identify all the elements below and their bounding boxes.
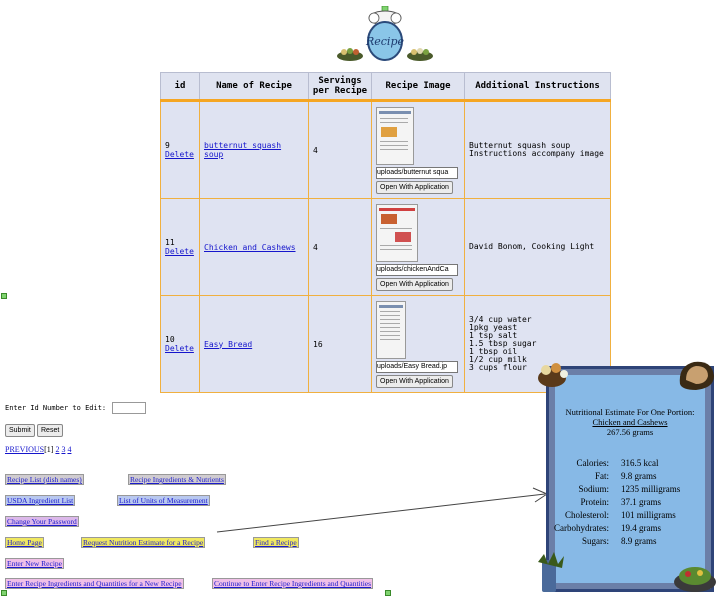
nutrient-label: Carbohydrates:: [554, 523, 609, 533]
nutrient-label: Sugars:: [582, 536, 609, 546]
recipe-name-link[interactable]: Easy Bread: [204, 340, 252, 349]
column-header-servings: Servings per Recipe: [308, 72, 372, 102]
delete-link[interactable]: Delete: [165, 150, 194, 159]
recipes-table: id Name of Recipe Servings per Recipe Re…: [160, 72, 611, 393]
request-nutrition-estimate-link[interactable]: Request Nutrition Estimate for a Recipe: [81, 537, 206, 548]
edit-id-input[interactable]: [112, 402, 146, 414]
image-path-field[interactable]: uploads/chickenAndCa: [376, 263, 458, 276]
recipe-list-link[interactable]: Recipe List (dish names): [5, 474, 84, 485]
recipe-thumbnail[interactable]: [376, 300, 406, 359]
table-header-row: id Name of Recipe Servings per Recipe Re…: [160, 72, 611, 102]
image-path-field[interactable]: uploads/Easy Bread.jp: [376, 360, 458, 373]
recipe-id: 11: [165, 238, 175, 247]
recipe-ingredients-link[interactable]: Recipe Ingredients & Nutrients: [128, 474, 226, 485]
table-row: 11 Delete Chicken and Cashews 4 uploads/…: [160, 198, 611, 296]
continue-enter-ingredients-link[interactable]: Continue to Enter Recipe Ingredients and…: [212, 578, 374, 589]
column-header-instructions: Additional Instructions: [464, 72, 611, 102]
delete-link[interactable]: Delete: [165, 344, 194, 353]
nutrition-panel-body: Nutritional Estimate For One Portion: Ch…: [554, 375, 705, 583]
recipe-thumbnail[interactable]: [376, 106, 414, 165]
food-decoration-bottom-left: [538, 552, 564, 592]
nutrition-title: Nutritional Estimate For One Portion:: [565, 407, 695, 417]
id-cell: 9 Delete: [160, 100, 200, 199]
nutrition-header: Nutritional Estimate For One Portion: Ch…: [555, 407, 705, 437]
callout-arrow: [216, 487, 549, 533]
image-cell: uploads/Easy Bread.jp Open With Applicat…: [371, 295, 465, 393]
id-cell: 11 Delete: [160, 198, 200, 296]
open-with-application-button[interactable]: Open With Application: [376, 180, 453, 194]
column-header-image: Recipe Image: [371, 72, 465, 102]
name-cell: butternut squash soup: [199, 100, 309, 199]
enter-recipe-ingredients-link[interactable]: Enter Recipe Ingredients and Quantities …: [5, 578, 184, 589]
food-decoration-bottom-right: [674, 567, 716, 592]
servings-value: 4: [308, 198, 372, 296]
svg-text:Recipe: Recipe: [365, 35, 405, 48]
page-link-2[interactable]: 2: [55, 445, 59, 454]
pagination: PREVIOUS[1] 2 3 4: [5, 445, 71, 454]
recipe-thumbnail[interactable]: [376, 203, 418, 262]
resize-handle-bottom-left[interactable]: [1, 590, 7, 596]
food-decoration-top-right: [679, 361, 714, 390]
open-with-application-button[interactable]: Open With Application: [376, 374, 453, 388]
servings-value: 16: [308, 295, 372, 393]
column-header-name: Name of Recipe: [199, 72, 309, 102]
nutrient-label: Protein:: [580, 497, 610, 507]
nutrient-label: Calories:: [576, 458, 610, 468]
page-link-3[interactable]: 3: [61, 445, 65, 454]
nutrient-value: 19.4 grams: [621, 523, 661, 533]
nutrition-recipe-link[interactable]: Chicken and Cashews: [592, 417, 667, 427]
enter-new-recipe-link[interactable]: Enter New Recipe: [5, 558, 64, 569]
nutrient-value: 8.9 grams: [621, 536, 657, 546]
submit-button[interactable]: Submit: [5, 424, 35, 437]
nutrient-value: 316.5 kcal: [621, 458, 659, 468]
nutrient-value: 101 milligrams: [621, 510, 676, 520]
nutrient-value: 1235 milligrams: [621, 484, 681, 494]
id-cell: 10 Delete: [160, 295, 200, 393]
food-decoration-top-left: [538, 363, 568, 387]
usda-ingredient-list-link[interactable]: USDA Ingredient List: [5, 495, 76, 506]
delete-link[interactable]: Delete: [165, 247, 194, 256]
image-cell: uploads/chickenAndCa Open With Applicati…: [371, 198, 465, 296]
column-header-id: id: [160, 72, 200, 102]
recipe-id: 10: [165, 335, 175, 344]
nutrient-value: 37.1 grams: [621, 497, 661, 507]
nutrient-label: Cholesterol:: [565, 510, 609, 520]
table-row: 9 Delete butternut squash soup 4 uploads…: [160, 100, 611, 199]
nutrient-value: 9.8 grams: [621, 471, 657, 481]
portion-weight: 267.56 grams: [606, 427, 654, 437]
change-password-link[interactable]: Change Your Password: [5, 516, 79, 527]
recipe-name-link[interactable]: butternut squash soup: [204, 141, 281, 159]
resize-handle-bottom[interactable]: [385, 590, 391, 596]
home-page-link[interactable]: Home Page: [5, 537, 44, 548]
recipe-logo: Recipe: [337, 6, 433, 61]
servings-value: 4: [308, 100, 372, 199]
instructions-cell: David Bonom, Cooking Light: [464, 198, 611, 296]
previous-page-link[interactable]: PREVIOUS: [5, 445, 44, 454]
open-with-application-button[interactable]: Open With Application: [376, 277, 453, 291]
units-of-measurement-link[interactable]: List of Units of Measurement: [117, 495, 210, 506]
name-cell: Easy Bread: [199, 295, 309, 393]
name-cell: Chicken and Cashews: [199, 198, 309, 296]
current-page: [1]: [44, 445, 54, 454]
image-path-field[interactable]: uploads/butternut squa: [376, 166, 458, 179]
nutrient-label: Sodium:: [578, 484, 609, 494]
nutrient-label: Fat:: [594, 471, 609, 481]
instructions-cell: Butternut squash soup Instructions accom…: [464, 100, 611, 199]
page-link-4[interactable]: 4: [67, 445, 71, 454]
recipe-id: 9: [165, 141, 170, 150]
edit-id-label: Enter Id Number to Edit:: [5, 404, 107, 412]
reset-button[interactable]: Reset: [37, 424, 64, 437]
image-cell: uploads/butternut squa Open With Applica…: [371, 100, 465, 199]
recipe-name-link[interactable]: Chicken and Cashews: [204, 243, 296, 252]
resize-handle-left[interactable]: [1, 293, 7, 299]
